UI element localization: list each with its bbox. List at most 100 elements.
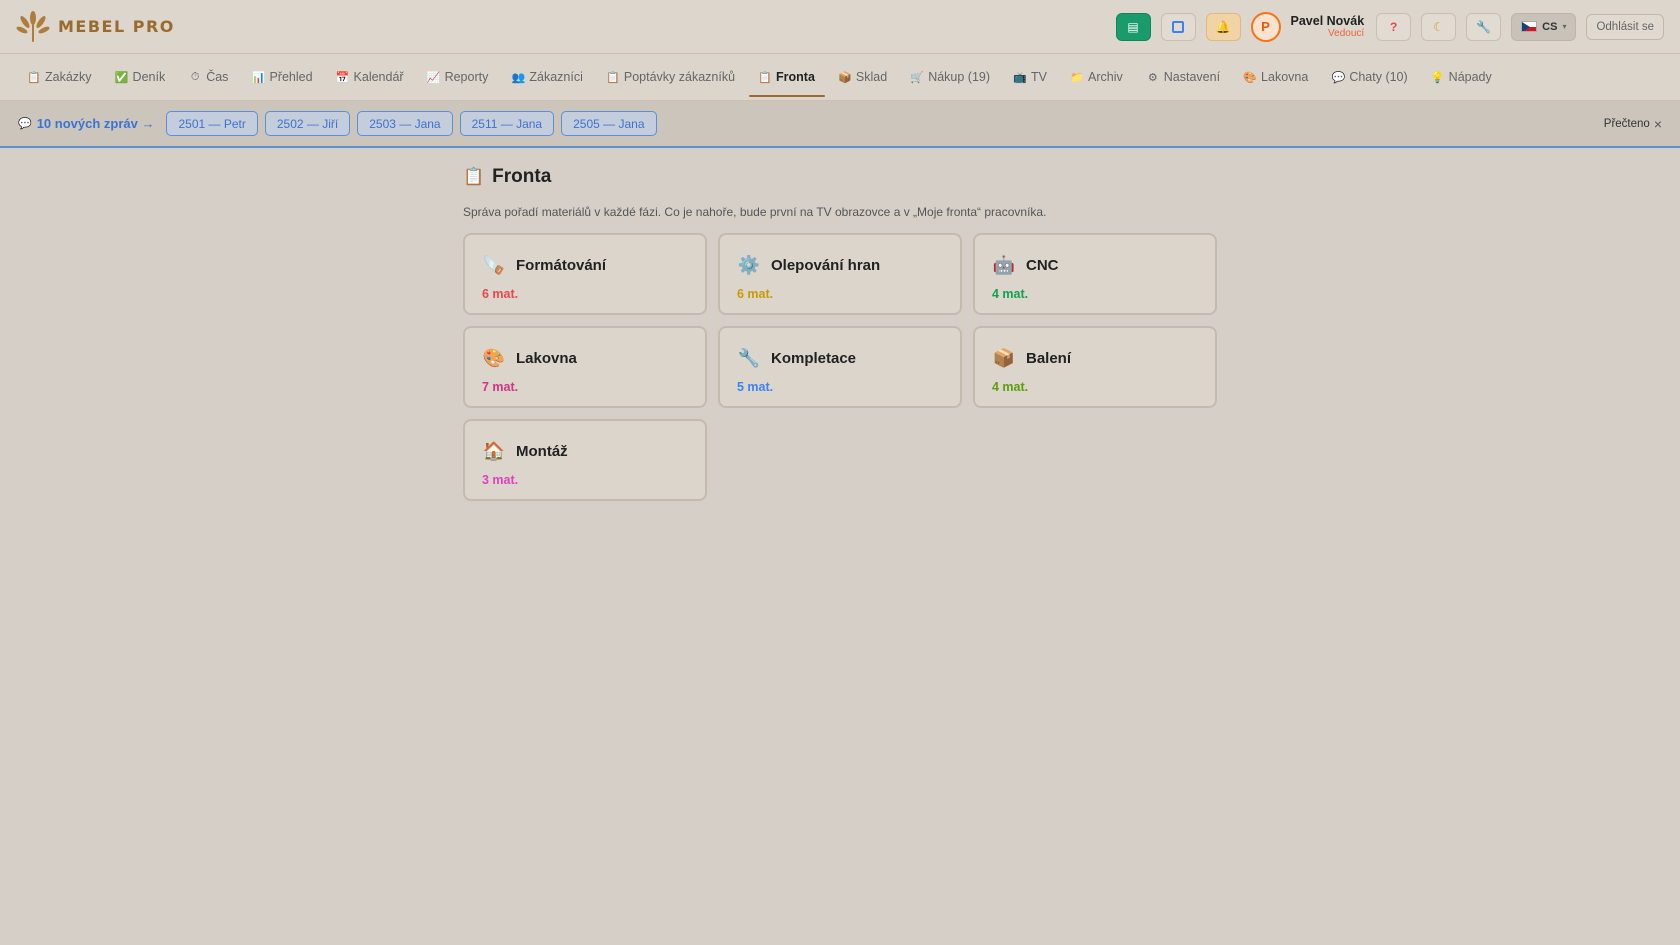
nav-item-0[interactable]: 📋 Zakázky [18,61,102,93]
robot-icon: 🤖 [992,254,1016,275]
chat-icon: 💬 [1331,71,1346,84]
nav-item-12[interactable]: 📁 Archiv [1061,61,1133,93]
nav-item-14[interactable]: 🎨 Lakovna [1234,61,1318,93]
logout-button[interactable]: Odhlásit se [1586,13,1664,40]
phase-card[interactable]: ⚙️ Olepování hran 6 mat. [718,233,962,315]
theme-toggle-button[interactable]: ☾ [1421,12,1457,41]
monitor-button[interactable]: ▤ [1115,12,1151,41]
help-button[interactable]: ? [1376,12,1412,41]
language-code: CS [1542,20,1558,33]
nav-item-10[interactable]: 🛒 Nákup (19) [901,61,1000,93]
palette-icon: 🎨 [482,347,506,368]
chat-icon: 💬 [18,118,32,130]
users-icon: 👥 [511,71,526,84]
brand-name: MEBEL PRO [58,17,175,36]
phase-card[interactable]: 🪚 Formátování 6 mat. [463,233,707,315]
nav-item-label: Poptávky zákazníků [623,70,736,84]
message-chip[interactable]: 2503 — Jana [357,111,453,136]
folder-icon: 📁 [1070,71,1084,84]
phase-count: 5 mat. [737,380,774,394]
phase-name: Lakovna [516,349,577,367]
wrench-icon: 🔧 [1476,19,1492,34]
message-chip[interactable]: 2501 — Petr [166,111,258,136]
calendar-icon: 📅 [335,71,350,84]
nav-item-2[interactable]: ⏱ Čas [179,61,238,93]
bell-icon: 🔔 [1215,19,1231,34]
brand-logo[interactable]: MEBEL PRO [16,10,175,44]
message-chip[interactable]: 2502 — Jiří [264,111,351,136]
phase-count: 6 mat. [482,287,519,301]
gear-icon: ⚙️ [737,254,761,275]
phase-count: 7 mat. [482,380,519,394]
wrench-icon: 🔧 [737,347,761,368]
box-icon: 📦 [838,71,852,84]
close-icon: × [1653,115,1662,132]
mark-read-button[interactable]: Přečteno × [1604,116,1662,132]
nav-item-label: Sklad [855,70,888,84]
nav-item-16[interactable]: 💡 Nápady [1422,61,1502,93]
phase-name: Kompletace [771,349,857,367]
nav-item-7[interactable]: 📋 Poptávky zákazníků [597,61,745,93]
line-chart-icon: 📈 [426,71,441,84]
nav-item-label: Zakázky [45,70,92,84]
nav-item-label: Nastavení [1163,70,1221,84]
phase-count: 3 mat. [482,473,519,487]
leaf-logo-icon [16,10,50,42]
nav-item-15[interactable]: 💬 Chaty (10) [1322,61,1417,93]
nav-item-3[interactable]: 📊 Přehled [242,61,322,93]
clipboard-icon: 📋 [606,71,620,84]
phase-card[interactable]: 🏠 Montáž 3 mat. [463,419,707,501]
nav-item-label: Nákup (19) [928,70,991,84]
help-icon: ? [1390,19,1398,34]
phase-card[interactable]: 🤖 CNC 4 mat. [973,233,1217,315]
phase-card[interactable]: 📦 Balení 4 mat. [973,326,1217,408]
phase-count: 4 mat. [992,380,1029,394]
nav-item-11[interactable]: 📺 TV [1004,61,1057,93]
bar-chart-icon: 📊 [251,71,266,84]
phase-card[interactable]: 🎨 Lakovna 7 mat. [463,326,707,408]
nav-item-label: Čas [206,70,229,84]
nav-item-label: Deník [132,70,166,84]
refresh-icon [1172,20,1184,33]
nav-item-label: Fronta [776,70,815,84]
page-title-text: Fronta [492,166,552,187]
chevron-down-icon: ▾ [1562,22,1567,31]
nav-item-label: Chaty (10) [1349,70,1408,84]
user-name: Pavel Novák [1290,13,1365,28]
nav-item-6[interactable]: 👥 Zákazníci [502,61,593,93]
moon-icon: ☾ [1433,19,1445,34]
phase-name: Olepování hran [771,256,881,274]
nav-item-5[interactable]: 📈 Reporty [418,61,499,93]
nav-item-label: Lakovna [1261,70,1309,84]
nav-item-1[interactable]: ✅ Deník [106,61,176,93]
tools-button[interactable]: 🔧 [1466,12,1502,41]
palette-icon: 🎨 [1243,71,1257,84]
nav-item-4[interactable]: 📅 Kalendář [327,61,414,93]
message-chip[interactable]: 2505 — Jana [561,111,657,136]
notifications-button[interactable]: 🔔 [1205,12,1241,41]
clipboard-icon: 📋 [463,167,485,186]
app-header: MEBEL PRO ▤ 🔔 P Pavel Novák Vedoucí ? ☾ … [0,0,1680,54]
nav-item-9[interactable]: 📦 Sklad [829,61,897,93]
phase-name: CNC [1026,256,1059,274]
saw-icon: 🪚 [482,254,506,275]
refresh-button[interactable] [1160,12,1196,41]
main-nav: 📋 Zakázky ✅ Deník ⏱ Čas 📊 Přehled 📅 Kalendář 📈 Repo… [0,54,1680,101]
timer-icon: ⏱ [190,70,200,83]
language-select[interactable]: CS ▾ [1511,12,1577,41]
nav-item-label: Kalendář [353,70,404,84]
page-content: 📋 Fronta Správa pořadí materiálů v každé… [463,166,1219,501]
phase-name: Montáž [516,442,568,460]
user-role: Vedoucí [1328,27,1365,39]
package-icon: 📦 [992,347,1016,368]
nav-item-13[interactable]: ⚙ Nastavení [1137,61,1230,93]
nav-item-8[interactable]: 📋 Fronta [749,61,825,97]
new-messages-link[interactable]: 💬 10 nových zpráv → [18,116,154,131]
bulb-icon: 💡 [1430,71,1445,84]
phase-card[interactable]: 🔧 Kompletace 5 mat. [718,326,962,408]
phase-name: Balení [1026,349,1072,367]
new-messages-label: 10 nových zpráv → [36,116,155,131]
avatar[interactable]: P [1250,11,1281,42]
phase-count: 6 mat. [737,287,774,301]
message-chip[interactable]: 2511 — Jana [459,111,555,136]
